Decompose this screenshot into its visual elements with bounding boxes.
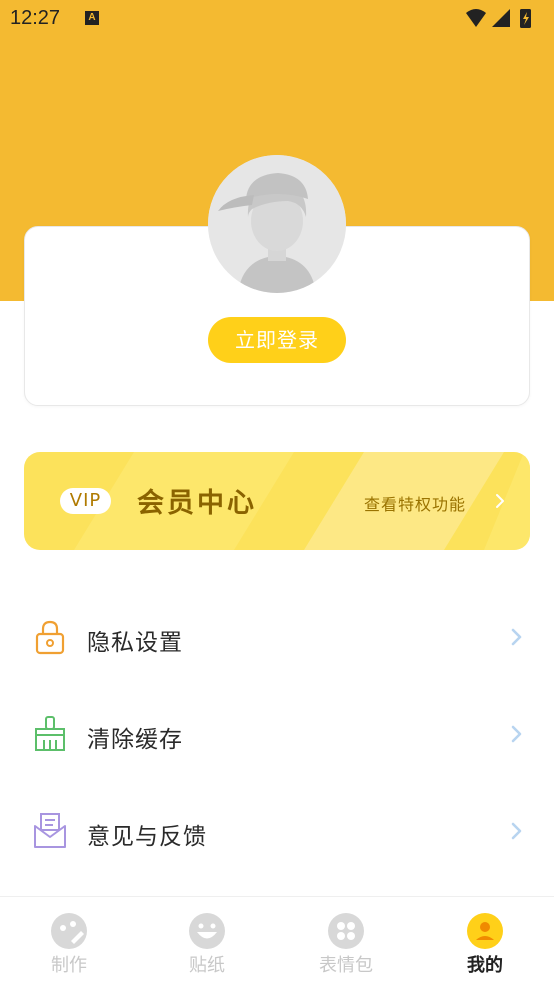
menu-label-clear-cache: 清除缓存 [87, 727, 183, 753]
signal-icon [492, 9, 510, 27]
chevron-right-icon [511, 822, 522, 840]
sticker-icon [189, 913, 225, 949]
tab-mine[interactable]: 我的 [416, 897, 554, 984]
tab-emoji-packs[interactable]: 表情包 [277, 897, 415, 984]
make-icon [51, 913, 87, 949]
vip-badge: VIP [60, 488, 111, 514]
status-bar: 12:27 A [0, 0, 554, 38]
menu-item-privacy[interactable]: 隐私设置 [0, 619, 554, 699]
menu-label-privacy: 隐私设置 [87, 630, 183, 656]
tab-label-mine: 我的 [467, 955, 503, 976]
tab-make[interactable]: 制作 [0, 897, 138, 984]
chevron-right-icon [511, 725, 522, 743]
menu-item-feedback[interactable]: 意见与反馈 [0, 813, 554, 893]
menu-item-clear-cache[interactable]: 清除缓存 [0, 716, 554, 796]
vip-privileges-link[interactable]: 查看特权功能 [364, 491, 466, 515]
notification-icon: A [85, 11, 99, 25]
chevron-right-icon [511, 628, 522, 646]
avatar[interactable] [208, 155, 346, 293]
status-time: 12:27 [10, 7, 61, 29]
vip-title: 会员中心 [137, 488, 257, 519]
broom-icon [35, 716, 65, 751]
tab-stickers[interactable]: 贴纸 [138, 897, 276, 984]
bottom-tab-bar: 制作 贴纸 表情包 我的 [0, 896, 554, 984]
tab-label-emoji-packs: 表情包 [319, 955, 373, 976]
lock-icon [35, 620, 65, 655]
profile-icon [467, 913, 503, 949]
default-avatar-icon [208, 155, 346, 293]
status-icons [466, 9, 531, 28]
tab-label-make: 制作 [51, 955, 87, 976]
login-button[interactable]: 立即登录 [208, 317, 346, 363]
vip-banner[interactable]: VIP 会员中心 查看特权功能 [24, 452, 530, 550]
emoji-pack-icon [328, 913, 364, 949]
tab-label-stickers: 贴纸 [189, 955, 225, 976]
menu-label-feedback: 意见与反馈 [87, 824, 207, 850]
wifi-icon [466, 9, 486, 27]
envelope-icon [34, 813, 66, 848]
chevron-right-icon [496, 494, 504, 508]
